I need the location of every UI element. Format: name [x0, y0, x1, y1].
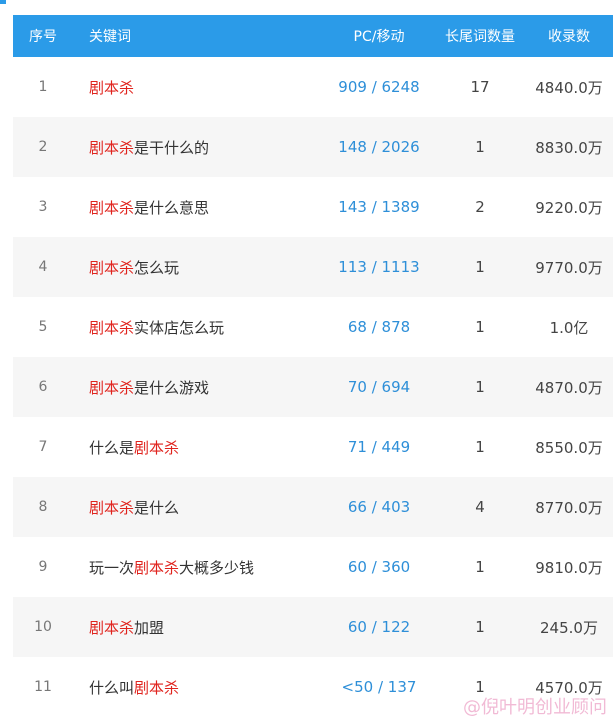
indexed-count: 8550.0万	[535, 438, 603, 457]
row-index: 11	[34, 679, 52, 695]
keyword-highlight: 剧本杀	[89, 618, 135, 637]
keyword-link[interactable]: 什么是剧本杀	[73, 417, 323, 477]
indexed-count: 4840.0万	[535, 78, 603, 97]
keyword-link[interactable]: 什么叫剧本杀	[73, 657, 323, 717]
keyword-highlight: 剧本杀	[89, 498, 135, 517]
header-pc-mobile: PC/移动	[353, 29, 405, 45]
keyword-prefix: 什么叫	[89, 678, 135, 697]
indexed-count: 8830.0万	[535, 138, 603, 157]
pc-mobile-link[interactable]: 71 / 449	[323, 417, 435, 477]
keyword-suffix: 是什么意思	[134, 198, 210, 217]
longtail-count: 1	[475, 438, 485, 456]
indexed-count: 9770.0万	[535, 258, 603, 277]
longtail-count: 1	[475, 618, 485, 636]
keyword-suffix: 实体店怎么玩	[134, 318, 225, 337]
table-row: 2 剧本杀是干什么的 148 / 2026 1 8830.0万	[13, 117, 613, 177]
table-row: 6 剧本杀是什么游戏 70 / 694 1 4870.0万	[13, 357, 613, 417]
longtail-count: 1	[475, 258, 485, 276]
longtail-count: 2	[475, 198, 485, 216]
row-index: 8	[38, 499, 48, 515]
keyword-link[interactable]: 剧本杀	[73, 57, 323, 117]
row-index: 7	[38, 439, 48, 455]
keyword-suffix: 是干什么的	[134, 138, 210, 157]
keyword-highlight: 剧本杀	[134, 558, 180, 577]
longtail-count: 17	[470, 78, 490, 96]
keyword-suffix: 是什么	[134, 498, 180, 517]
row-index: 1	[38, 79, 48, 95]
table-row: 1 剧本杀 909 / 6248 17 4840.0万	[13, 57, 613, 117]
table-row: 10 剧本杀加盟 60 / 122 1 245.0万	[13, 597, 613, 657]
header-longtail-count: 长尾词数量	[445, 29, 515, 45]
pc-mobile-link[interactable]: 70 / 694	[323, 357, 435, 417]
longtail-count: 1	[475, 558, 485, 576]
header-row: 序号 关键词 PC/移动 长尾词数量 收录数	[13, 15, 613, 57]
table-row: 9 玩一次剧本杀大概多少钱 60 / 360 1 9810.0万	[13, 537, 613, 597]
table-row: 7 什么是剧本杀 71 / 449 1 8550.0万	[13, 417, 613, 477]
keyword-suffix: 是什么游戏	[134, 378, 210, 397]
header-index: 序号	[29, 29, 57, 45]
keyword-link[interactable]: 剧本杀是什么意思	[73, 177, 323, 237]
keyword-prefix: 玩一次	[89, 558, 135, 577]
table-header: 序号 关键词 PC/移动 长尾词数量 收录数	[13, 15, 613, 57]
table-row: 3 剧本杀是什么意思 143 / 1389 2 9220.0万	[13, 177, 613, 237]
watermark-text: @倪叶明创业顾问	[463, 697, 607, 718]
longtail-count: 4	[475, 498, 485, 516]
keyword-highlight: 剧本杀	[89, 318, 135, 337]
keyword-highlight: 剧本杀	[89, 378, 135, 397]
longtail-count: 1	[475, 318, 485, 336]
longtail-count: 1	[475, 138, 485, 156]
pc-mobile-link[interactable]: 66 / 403	[323, 477, 435, 537]
keyword-highlight: 剧本杀	[89, 78, 135, 97]
row-index: 2	[38, 139, 48, 155]
table-body: 1 剧本杀 909 / 6248 17 4840.0万 2 剧本杀是干什么的 148 / 20…	[13, 57, 613, 717]
keyword-link[interactable]: 剧本杀实体店怎么玩	[73, 297, 323, 357]
longtail-count: 1	[475, 378, 485, 396]
keyword-table: 序号 关键词 PC/移动 长尾词数量 收录数 1 剧本杀 909 / 6248 17 4…	[13, 15, 613, 717]
pc-mobile-link[interactable]: 909 / 6248	[323, 57, 435, 117]
keyword-link[interactable]: 剧本杀怎么玩	[73, 237, 323, 297]
pc-mobile-link[interactable]: 68 / 878	[323, 297, 435, 357]
keyword-link[interactable]: 剧本杀是什么	[73, 477, 323, 537]
keyword-suffix: 怎么玩	[134, 258, 180, 277]
pc-mobile-link[interactable]: <50 / 137	[323, 657, 435, 717]
row-index: 10	[34, 619, 52, 635]
keyword-highlight: 剧本杀	[134, 438, 180, 457]
keyword-highlight: 剧本杀	[89, 198, 135, 217]
row-index: 6	[38, 379, 48, 395]
row-index: 4	[38, 259, 48, 275]
keyword-highlight: 剧本杀	[134, 678, 180, 697]
table-row: 5 剧本杀实体店怎么玩 68 / 878 1 1.0亿	[13, 297, 613, 357]
pc-mobile-link[interactable]: 113 / 1113	[323, 237, 435, 297]
indexed-count: 9810.0万	[535, 558, 603, 577]
header-indexed-count: 收录数	[548, 29, 590, 45]
header-keyword: 关键词	[89, 29, 131, 45]
pc-mobile-link[interactable]: 60 / 360	[323, 537, 435, 597]
row-index: 9	[38, 559, 48, 575]
keyword-prefix: 什么是	[89, 438, 135, 457]
indexed-count: 4870.0万	[535, 378, 603, 397]
indexed-count: 245.0万	[540, 618, 598, 637]
row-index: 3	[38, 199, 48, 215]
indexed-count: 9220.0万	[535, 198, 603, 217]
keyword-link[interactable]: 剧本杀加盟	[73, 597, 323, 657]
indexed-count: 8770.0万	[535, 498, 603, 517]
pc-mobile-link[interactable]: 60 / 122	[323, 597, 435, 657]
row-index: 5	[38, 319, 48, 335]
keyword-link[interactable]: 剧本杀是干什么的	[73, 117, 323, 177]
indexed-count: 1.0亿	[549, 318, 589, 337]
pc-mobile-link[interactable]: 148 / 2026	[323, 117, 435, 177]
keyword-link[interactable]: 玩一次剧本杀大概多少钱	[73, 537, 323, 597]
pc-mobile-link[interactable]: 143 / 1389	[323, 177, 435, 237]
keyword-highlight: 剧本杀	[89, 138, 135, 157]
table-row: 8 剧本杀是什么 66 / 403 4 8770.0万	[13, 477, 613, 537]
keyword-suffix: 大概多少钱	[179, 558, 255, 577]
keyword-highlight: 剧本杀	[89, 258, 135, 277]
keyword-suffix: 加盟	[134, 618, 165, 637]
table-row: 4 剧本杀怎么玩 113 / 1113 1 9770.0万	[13, 237, 613, 297]
keyword-link[interactable]: 剧本杀是什么游戏	[73, 357, 323, 417]
top-accent-bar	[0, 0, 6, 4]
